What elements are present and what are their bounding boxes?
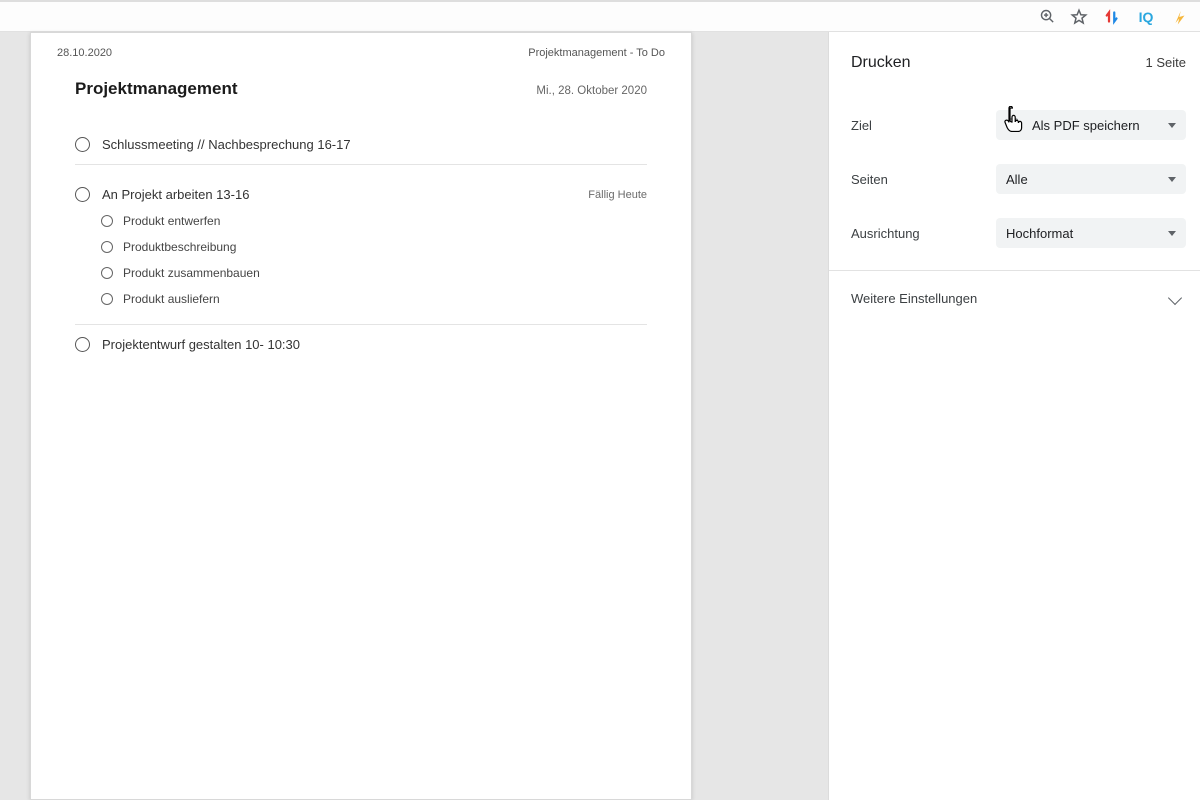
task-item: Projektentwurf gestalten 10- 10:30 [75,325,647,364]
layout-dropdown[interactable]: Hochformat [996,218,1186,248]
page-meta-row: 28.10.2020 Projektmanagement - To Do [57,47,665,59]
extension-bolt-icon[interactable] [1170,7,1190,27]
doc-title-row: Projektmanagement Mi., 28. Oktober 2020 [75,79,647,99]
browser-toolbar: IQ [0,0,1200,32]
checkbox-circle-icon [75,187,90,202]
dropdown-value: Als PDF speichern [1032,118,1140,133]
subtask-item: Produkt entwerfen [101,208,647,234]
checkbox-circle-icon [75,137,90,152]
subtask-item: Produkt ausliefern [101,286,647,312]
page-meta-date: 28.10.2020 [57,47,112,59]
subtask-item: Produktbeschreibung [101,234,647,260]
task-due: Fällig Heute [588,189,647,201]
subtask-label: Produktbeschreibung [123,240,236,254]
dropdown-value: Hochformat [1006,226,1073,241]
setting-label: Ziel [851,118,996,133]
setting-label: Seiten [851,172,996,187]
chevron-down-icon [1168,231,1176,236]
setting-label: Ausrichtung [851,226,996,241]
subtask-item: Produkt zusammenbauen [101,260,647,286]
print-dialog-title: Drucken [851,54,911,72]
checkbox-circle-icon [101,267,113,279]
subtask-label: Produkt zusammenbauen [123,266,260,280]
task-label: Schlussmeeting // Nachbesprechung 16-17 [102,137,647,152]
page-meta-title: Projektmanagement - To Do [528,47,665,59]
checkbox-circle-icon [101,215,113,227]
sidebar-title-row: Drucken 1 Seite [851,54,1186,72]
chevron-down-icon [1168,291,1182,305]
subtask-list: Produkt entwerfen Produktbeschreibung Pr… [75,208,647,312]
extension-iq-icon[interactable]: IQ [1136,7,1156,27]
dropdown-value: Alle [1006,172,1028,187]
more-settings-label: Weitere Einstellungen [851,291,977,306]
zoom-icon[interactable] [1038,8,1056,26]
task-label: Projektentwurf gestalten 10- 10:30 [102,337,647,352]
subtask-label: Produkt ausliefern [123,292,220,306]
doc-date: Mi., 28. Oktober 2020 [536,85,647,97]
print-stage: 28.10.2020 Projektmanagement - To Do Pro… [0,32,1200,800]
chevron-down-icon [1168,123,1176,128]
task-label: An Projekt arbeiten 13-16 [102,187,576,202]
checkbox-circle-icon [75,337,90,352]
page-count-label: 1 Seite [1146,55,1186,70]
pdf-icon [1006,117,1022,133]
subtask-label: Produkt entwerfen [123,214,220,228]
checkbox-circle-icon [101,293,113,305]
setting-pages: Seiten Alle [851,152,1186,206]
setting-destination: Ziel Als PDF speichern [851,98,1186,152]
task-item: Schlussmeeting // Nachbesprechung 16-17 [75,125,647,165]
destination-dropdown[interactable]: Als PDF speichern [996,110,1186,140]
doc-title: Projektmanagement [75,79,238,99]
checkbox-circle-icon [101,241,113,253]
task-item: An Projekt arbeiten 13-16 Fällig Heute P… [75,165,647,325]
pages-dropdown[interactable]: Alle [996,164,1186,194]
more-settings-toggle[interactable]: Weitere Einstellungen [851,271,1186,325]
bookmark-star-icon[interactable] [1070,8,1088,26]
print-preview-page: 28.10.2020 Projektmanagement - To Do Pro… [30,32,692,800]
setting-layout: Ausrichtung Hochformat [851,206,1186,260]
extension-arrows-icon[interactable] [1102,7,1122,27]
print-sidebar: Drucken 1 Seite Ziel Als PDF speichern S… [828,32,1200,800]
chevron-down-icon [1168,177,1176,182]
